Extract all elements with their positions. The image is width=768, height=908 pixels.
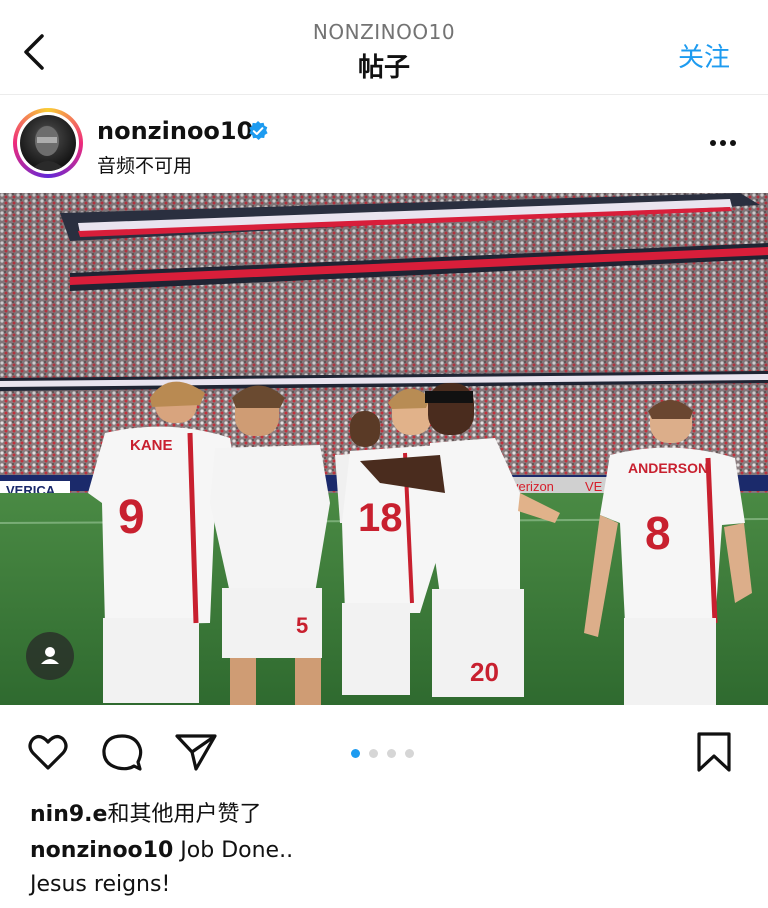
follow-button[interactable]: 关注 [678,37,730,74]
photo-image: VERICA verizon VE KANE 9 5 18 20 ANDERSO… [0,193,768,705]
more-options-button[interactable] [710,131,744,153]
caption-line-2: Jesus reigns! [30,872,171,897]
share-button[interactable] [172,728,220,776]
post-caption: nonzinoo10 Job Done.. Jesus reigns! [30,834,750,902]
anderson-number: 8 [645,507,671,559]
comment-icon [102,734,143,771]
carousel-dot [387,749,396,758]
player-18-number: 18 [358,496,403,540]
post-actions-bar [0,706,768,792]
kane-name: KANE [130,437,173,454]
carousel-indicator [351,743,423,762]
like-button[interactable] [24,728,72,776]
comment-button[interactable] [98,728,146,776]
page-title: 帖子 [357,53,410,83]
post-author-row: nonzinoo10 音频不可用 [0,95,768,193]
avatar[interactable] [13,108,83,178]
svg-text:VE: VE [585,479,603,494]
kane-number: 9 [118,491,145,544]
post-username[interactable]: nonzinoo10 [97,117,253,145]
caption-username[interactable]: nonzinoo10 [30,838,173,863]
carousel-dot [369,749,378,758]
audio-status: 音频不可用 [97,155,193,177]
tagged-people-button[interactable] [26,632,74,680]
anderson-name: ANDERSON [628,460,708,476]
carousel-dot [405,749,414,758]
user-icon [41,647,59,664]
avatar-image [20,115,76,171]
more-dots-icon [710,140,716,146]
heart-icon [28,735,68,770]
verified-badge-icon [249,121,268,140]
send-icon [175,734,217,771]
liked-by-username[interactable]: nin9.e [30,802,107,827]
save-button[interactable] [690,728,738,776]
player-20-number: 20 [470,657,499,687]
likes-suffix: 和其他用户赞了 [107,802,262,827]
caption-line-1: Job Done.. [180,838,294,863]
header-account-name: NONZINOO10 [312,20,456,44]
top-bar: NONZINOO10 帖子 关注 [0,0,768,95]
carousel-dot-active [351,749,360,758]
player-5-number: 5 [296,613,308,638]
bookmark-icon [697,732,731,772]
likes-line[interactable]: nin9.e和其他用户赞了 [30,796,261,828]
post-photo[interactable]: VERICA verizon VE KANE 9 5 18 20 ANDERSO… [0,193,768,705]
